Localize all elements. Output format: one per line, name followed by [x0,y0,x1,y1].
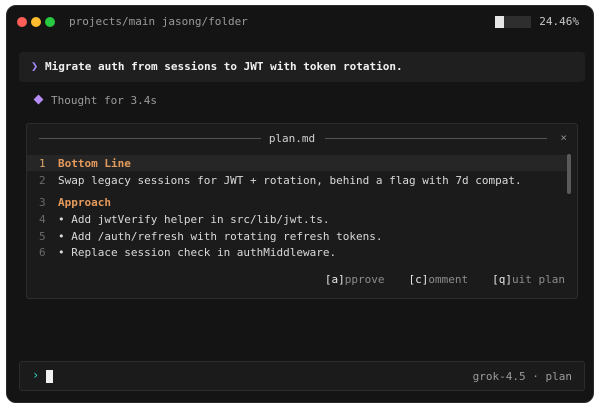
divider [325,138,547,139]
plan-line: 5 • Add /auth/refresh with rotating refr… [27,228,570,244]
chevron-right-icon: › [32,368,40,382]
thought-indicator[interactable]: Thought for 3.4s [33,94,157,107]
line-number: 3 [39,196,46,209]
plan-line: 2 Swap legacy sessions for JWT + rotatio… [27,172,570,188]
terminal-window: projects/main jasong/folder 24.46% ❯ Mig… [6,5,594,403]
plan-scrollbar[interactable] [567,154,571,194]
minimize-window-button[interactable] [31,17,41,27]
approve-label: pprove [344,273,385,286]
plan-actions: [a]pprove [c]omment [q]uit plan [301,273,565,286]
thought-label: Thought for 3.4s [51,94,157,107]
comment-action[interactable]: [c]omment [409,273,469,286]
plan-line-text: • Add jwtVerify helper in src/lib/jwt.ts… [58,213,330,226]
comment-key: [c] [408,273,429,286]
plan-panel: plan.md × 1 Bottom Line 2 Swap legacy se… [26,123,578,299]
quit-plan-action[interactable]: [q]uit plan [492,273,565,286]
plan-panel-header: plan.md × [27,124,577,152]
text-cursor [46,370,53,383]
chevron-right-icon: ❯ [31,59,39,73]
line-number: 5 [39,230,46,243]
quit-plan-key: [q] [492,273,513,286]
close-icon[interactable]: × [560,131,567,144]
context-usage-label: 24.46% [539,15,579,28]
user-prompt: ❯ Migrate auth from sessions to JWT with… [19,52,585,82]
plan-heading: Bottom Line [58,157,131,170]
line-number: 1 [39,157,46,170]
close-window-button[interactable] [17,17,27,27]
plan-line: 1 Bottom Line [27,155,570,171]
context-usage-bar [495,15,532,28]
maximize-window-button[interactable] [45,17,55,27]
working-directory: projects/main jasong/folder [69,15,248,28]
plan-line: 4 • Add jwtVerify helper in src/lib/jwt.… [27,211,570,227]
line-number: 6 [39,246,46,259]
plan-heading: Approach [58,196,111,209]
context-usage: 24.46% [495,15,579,28]
model-mode-label: grok-4.5 · plan [472,370,572,383]
plan-line: 6 • Replace session check in authMiddlew… [27,244,570,260]
plan-line-text: • Replace session check in authMiddlewar… [58,246,337,259]
line-number: 4 [39,213,46,226]
message-input[interactable]: › grok-4.5 · plan [19,361,585,391]
plan-line-text: Swap legacy sessions for JWT + rotation,… [58,174,522,187]
approve-action[interactable]: [a]pprove [325,273,385,286]
line-number: 2 [39,174,46,187]
context-usage-fill [495,15,505,28]
diamond-icon [33,94,44,105]
quit-plan-label: uit plan [512,273,565,286]
comment-label: omment [428,273,469,286]
plan-line-text: • Add /auth/refresh with rotating refres… [58,230,383,243]
title-bar: projects/main jasong/folder 24.46% [7,6,593,38]
plan-line: 3 Approach [27,194,570,210]
user-prompt-text: Migrate auth from sessions to JWT with t… [45,60,403,73]
approve-key: [a] [324,273,345,286]
